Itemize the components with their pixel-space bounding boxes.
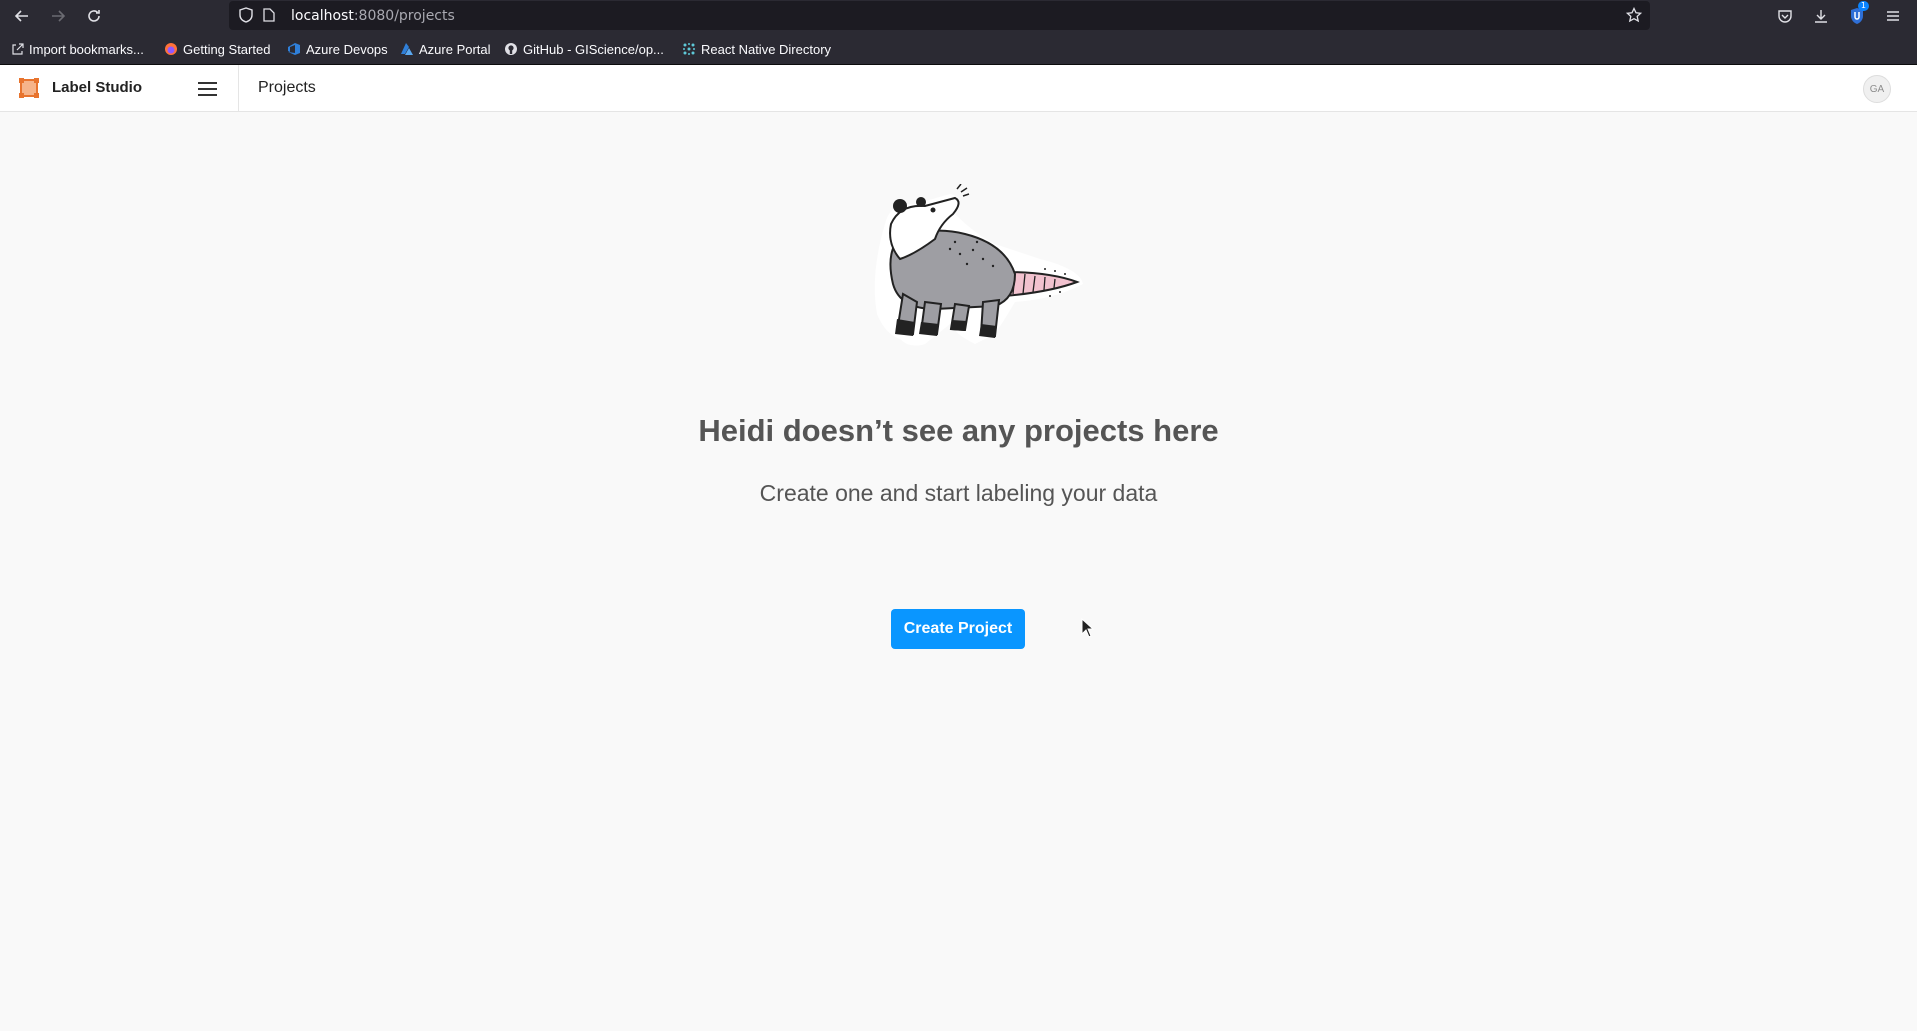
back-button[interactable] xyxy=(10,4,34,28)
shield-icon[interactable] xyxy=(239,7,253,23)
react-icon xyxy=(682,42,696,56)
back-arrow-icon xyxy=(14,10,28,22)
pocket-icon xyxy=(1778,10,1792,23)
reload-button[interactable] xyxy=(82,4,106,28)
page-icon xyxy=(263,8,275,22)
extension-button[interactable]: 1 xyxy=(1845,1,1869,28)
bookmark-getting-started[interactable]: Getting Started xyxy=(164,40,270,58)
browser-toolbar: localhost:8080/projects 1 xyxy=(0,0,1917,31)
azure-devops-icon xyxy=(287,42,301,56)
user-avatar[interactable]: GA xyxy=(1863,75,1891,103)
bookmark-label: GitHub - GIScience/op... xyxy=(523,41,664,57)
page-title: Projects xyxy=(258,79,316,96)
app-menu-button[interactable] xyxy=(1881,4,1905,28)
empty-state-headline: Heidi doesn’t see any projects here xyxy=(698,413,1219,448)
bookmark-label: Azure Devops xyxy=(306,41,388,57)
github-icon xyxy=(504,42,518,56)
hamburger-menu-icon[interactable] xyxy=(198,78,220,98)
downloads-button[interactable] xyxy=(1809,4,1833,28)
bookmark-label: Getting Started xyxy=(183,41,271,57)
reload-icon xyxy=(88,10,100,22)
opossum-illustration xyxy=(874,184,1083,346)
logo-area: Label Studio xyxy=(0,65,239,111)
bookmark-azure-devops[interactable]: Azure Devops xyxy=(287,40,388,58)
url-path: :8080/projects xyxy=(353,8,455,24)
bookmark-label: Azure Portal xyxy=(419,41,491,57)
menu-icon xyxy=(1887,11,1899,21)
pocket-button[interactable] xyxy=(1773,4,1797,28)
bookmark-azure-portal[interactable]: Azure Portal xyxy=(400,40,491,58)
app-name[interactable]: Label Studio xyxy=(52,79,142,96)
bookmarks-bar: Import bookmarks... Getting Started Azur… xyxy=(0,31,1917,65)
create-project-button[interactable]: Create Project xyxy=(891,609,1025,649)
mouse-cursor-icon xyxy=(1081,618,1095,638)
app-header: Label Studio Projects GA xyxy=(0,65,1917,112)
extension-badge: 1 xyxy=(1857,1,1869,11)
firefox-icon xyxy=(164,42,178,56)
bookmark-import[interactable]: Import bookmarks... xyxy=(10,40,144,58)
bookmark-label: Import bookmarks... xyxy=(29,41,144,57)
bookmark-react-native-directory[interactable]: React Native Directory xyxy=(682,40,831,58)
import-icon xyxy=(10,42,24,56)
bookmark-label: React Native Directory xyxy=(701,41,832,57)
url-host: localhost xyxy=(291,8,354,24)
azure-icon xyxy=(400,42,414,56)
label-studio-logo-icon[interactable] xyxy=(18,77,40,99)
forward-arrow-icon xyxy=(52,10,66,22)
bookmark-github[interactable]: GitHub - GIScience/op... xyxy=(504,40,664,58)
forward-button[interactable] xyxy=(46,4,70,28)
empty-state-subline: Create one and start labeling your data xyxy=(759,480,1158,506)
bookmark-star-icon[interactable] xyxy=(1626,7,1642,23)
download-icon xyxy=(1815,10,1827,23)
url-text[interactable]: localhost:8080/projects xyxy=(291,8,455,24)
address-bar[interactable]: localhost:8080/projects xyxy=(229,1,1650,30)
